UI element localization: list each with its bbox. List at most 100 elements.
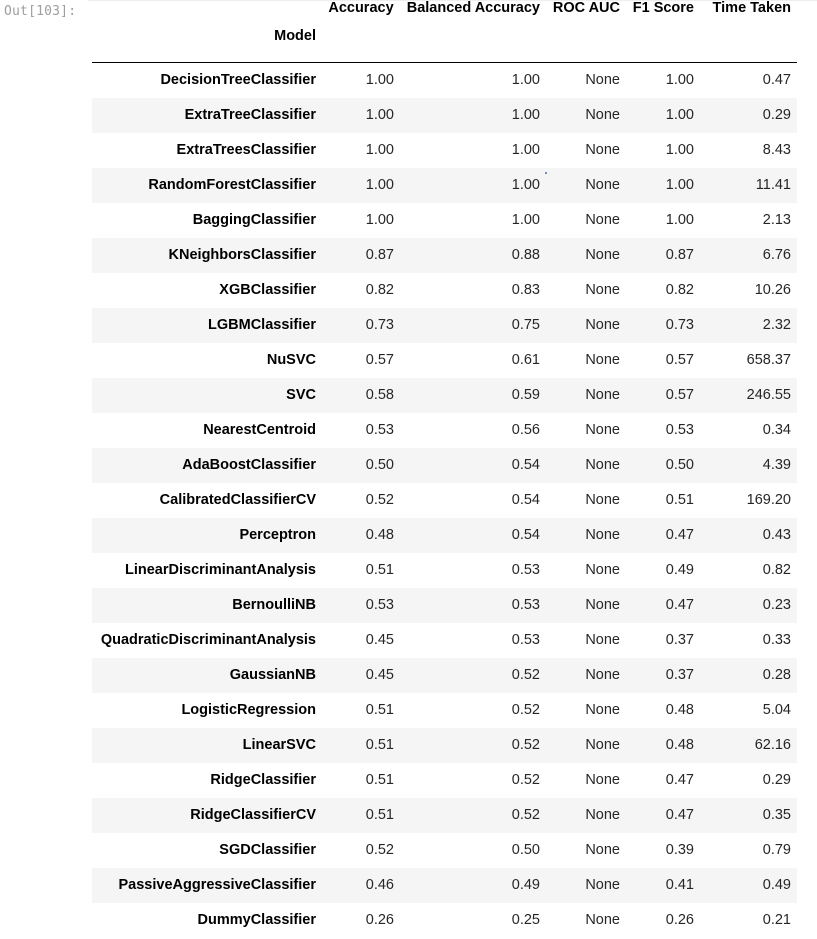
accuracy-cell: 0.73 (365, 317, 394, 333)
model-name-cell: BaggingClassifier (192, 212, 316, 228)
time-taken-cell: 0.29 (762, 772, 791, 788)
roc-auc-cell: None (585, 807, 620, 823)
f1-score-cell: 0.87 (665, 247, 694, 263)
table-row: LinearDiscriminantAnalysis 0.51 0.53 None 0.… (92, 552, 797, 588)
balanced-accuracy-cell: 0.52 (511, 772, 540, 788)
model-name-cell: RidgeClassifier (210, 772, 316, 788)
table-row: ExtraTreesClassifier 1.00 1.00 None 1.00 8.43 (92, 132, 797, 168)
roc-auc-cell: None (585, 72, 620, 89)
accuracy-cell: 0.53 (365, 597, 394, 613)
column-header-time-taken: Time Taken (712, 0, 791, 16)
roc-auc-cell: None (585, 282, 620, 298)
model-name-cell: XGBClassifier (219, 282, 316, 298)
time-taken-cell: 11.41 (755, 177, 791, 193)
accuracy-cell: 1.00 (365, 177, 394, 193)
table-row: LinearSVC 0.51 0.52 None 0.48 62.16 (92, 727, 797, 763)
model-name-cell: QuadraticDiscriminantAnalysis (100, 632, 316, 648)
table-row: SVC 0.58 0.59 None 0.57 246.55 (92, 377, 797, 413)
f1-score-cell: 0.48 (665, 737, 694, 753)
f1-score-cell: 0.26 (665, 912, 694, 928)
roc-auc-cell: None (585, 247, 620, 263)
roc-auc-cell: None (585, 772, 620, 788)
f1-score-cell: 0.47 (665, 807, 694, 823)
roc-auc-cell: None (585, 667, 620, 683)
table-row: RidgeClassifierCV 0.51 0.52 None 0.47 0.35 (92, 797, 797, 833)
table-row: AdaBoostClassifier 0.50 0.54 None 0.50 4.39 (92, 447, 797, 483)
roc-auc-cell: None (585, 177, 620, 193)
roc-auc-cell: None (585, 422, 620, 438)
f1-score-cell: 0.37 (665, 632, 694, 648)
results-dataframe: Accuracy Balanced Accuracy ROC AUC F1 Sc… (92, 0, 797, 938)
model-name-cell: ExtraTreesClassifier (176, 142, 316, 158)
accuracy-cell: 0.26 (365, 912, 394, 928)
f1-score-cell: 0.51 (665, 492, 694, 508)
time-taken-cell: 62.16 (754, 737, 791, 753)
roc-auc-cell: None (585, 912, 620, 928)
accuracy-cell: 0.51 (365, 737, 394, 753)
model-name-cell: DummyClassifier (197, 912, 316, 928)
f1-score-cell: 0.50 (665, 457, 694, 473)
model-name-cell: LogisticRegression (181, 702, 316, 718)
column-header-row: Accuracy Balanced Accuracy ROC AUC F1 Sc… (92, 0, 797, 28)
accuracy-cell: 0.48 (365, 527, 394, 543)
table-row: CalibratedClassifierCV 0.52 0.54 None 0.51 16… (92, 482, 797, 518)
accuracy-cell: 0.45 (365, 632, 394, 648)
accuracy-cell: 0.45 (365, 667, 394, 683)
model-name-cell: RidgeClassifierCV (190, 807, 316, 823)
accuracy-cell: 0.53 (365, 422, 394, 438)
table-row: DummyClassifier 0.26 0.25 None 0.26 0.21 (92, 902, 797, 938)
time-taken-cell: 0.47 (762, 72, 791, 89)
table-row: DecisionTreeClassifier 1.00 1.00 None 1.00 0.… (92, 62, 797, 98)
balanced-accuracy-cell: 0.83 (511, 282, 540, 298)
table-header: Accuracy Balanced Accuracy ROC AUC F1 Sc… (92, 0, 797, 63)
table-row: RandomForestClassifier 1.00 1.00 None 1.00 11… (92, 167, 797, 203)
balanced-accuracy-cell: 0.88 (511, 247, 540, 263)
corner-header (92, 0, 322, 28)
accuracy-cell: 0.50 (365, 457, 394, 473)
time-taken-cell: 169.20 (746, 492, 791, 508)
accuracy-cell: 0.46 (365, 877, 394, 893)
balanced-accuracy-cell: 0.59 (511, 387, 540, 403)
table-row: NearestCentroid 0.53 0.56 None 0.53 0.34 (92, 412, 797, 448)
balanced-accuracy-cell: 0.25 (511, 912, 540, 928)
f1-score-cell: 1.00 (665, 72, 694, 89)
model-name-cell: LGBMClassifier (208, 317, 316, 333)
balanced-accuracy-cell: 1.00 (511, 212, 540, 228)
time-taken-cell: 0.21 (762, 912, 791, 928)
time-taken-cell: 0.43 (762, 527, 791, 543)
column-header-accuracy: Accuracy (328, 0, 394, 16)
balanced-accuracy-cell: 0.61 (511, 352, 540, 368)
balanced-accuracy-cell: 0.54 (511, 527, 540, 543)
table-row: BaggingClassifier 1.00 1.00 None 1.00 2.13 (92, 202, 797, 238)
accuracy-cell: 0.58 (365, 387, 394, 403)
time-taken-cell: 0.34 (762, 422, 791, 438)
table-row: QuadraticDiscriminantAnalysis 0.45 0.53 Non… (92, 622, 797, 658)
time-taken-cell: 0.82 (762, 562, 791, 578)
roc-auc-cell: None (585, 737, 620, 753)
f1-score-cell: 0.57 (665, 352, 694, 368)
model-name-cell: AdaBoostClassifier (182, 457, 316, 473)
time-taken-cell: 2.32 (762, 317, 791, 333)
roc-auc-cell: None (585, 317, 620, 333)
accuracy-cell: 1.00 (365, 142, 394, 158)
f1-score-cell: 1.00 (665, 177, 694, 193)
table-row: RidgeClassifier 0.51 0.52 None 0.47 0.29 (92, 762, 797, 798)
balanced-accuracy-cell: 0.54 (511, 492, 540, 508)
time-taken-cell: 246.55 (746, 387, 791, 403)
f1-score-cell: 0.47 (665, 527, 694, 543)
roc-auc-cell: None (585, 352, 620, 368)
balanced-accuracy-cell: 0.49 (511, 877, 540, 893)
accuracy-cell: 0.51 (365, 562, 394, 578)
table-row: GaussianNB 0.45 0.52 None 0.37 0.28 (92, 657, 797, 693)
balanced-accuracy-cell: 0.54 (511, 457, 540, 473)
column-header-roc-auc: ROC AUC (552, 0, 620, 16)
accuracy-cell: 1.00 (365, 212, 394, 228)
f1-score-cell: 0.82 (665, 282, 694, 298)
accuracy-cell: 1.00 (365, 72, 394, 89)
model-name-cell: DecisionTreeClassifier (160, 72, 316, 89)
table-row: SGDClassifier 0.52 0.50 None 0.39 0.79 (92, 832, 797, 868)
accuracy-cell: 1.00 (365, 107, 394, 123)
model-name-cell: KNeighborsClassifier (168, 247, 316, 263)
f1-score-cell: 0.57 (665, 387, 694, 403)
table-row: LGBMClassifier 0.73 0.75 None 0.73 2.32 (92, 307, 797, 343)
